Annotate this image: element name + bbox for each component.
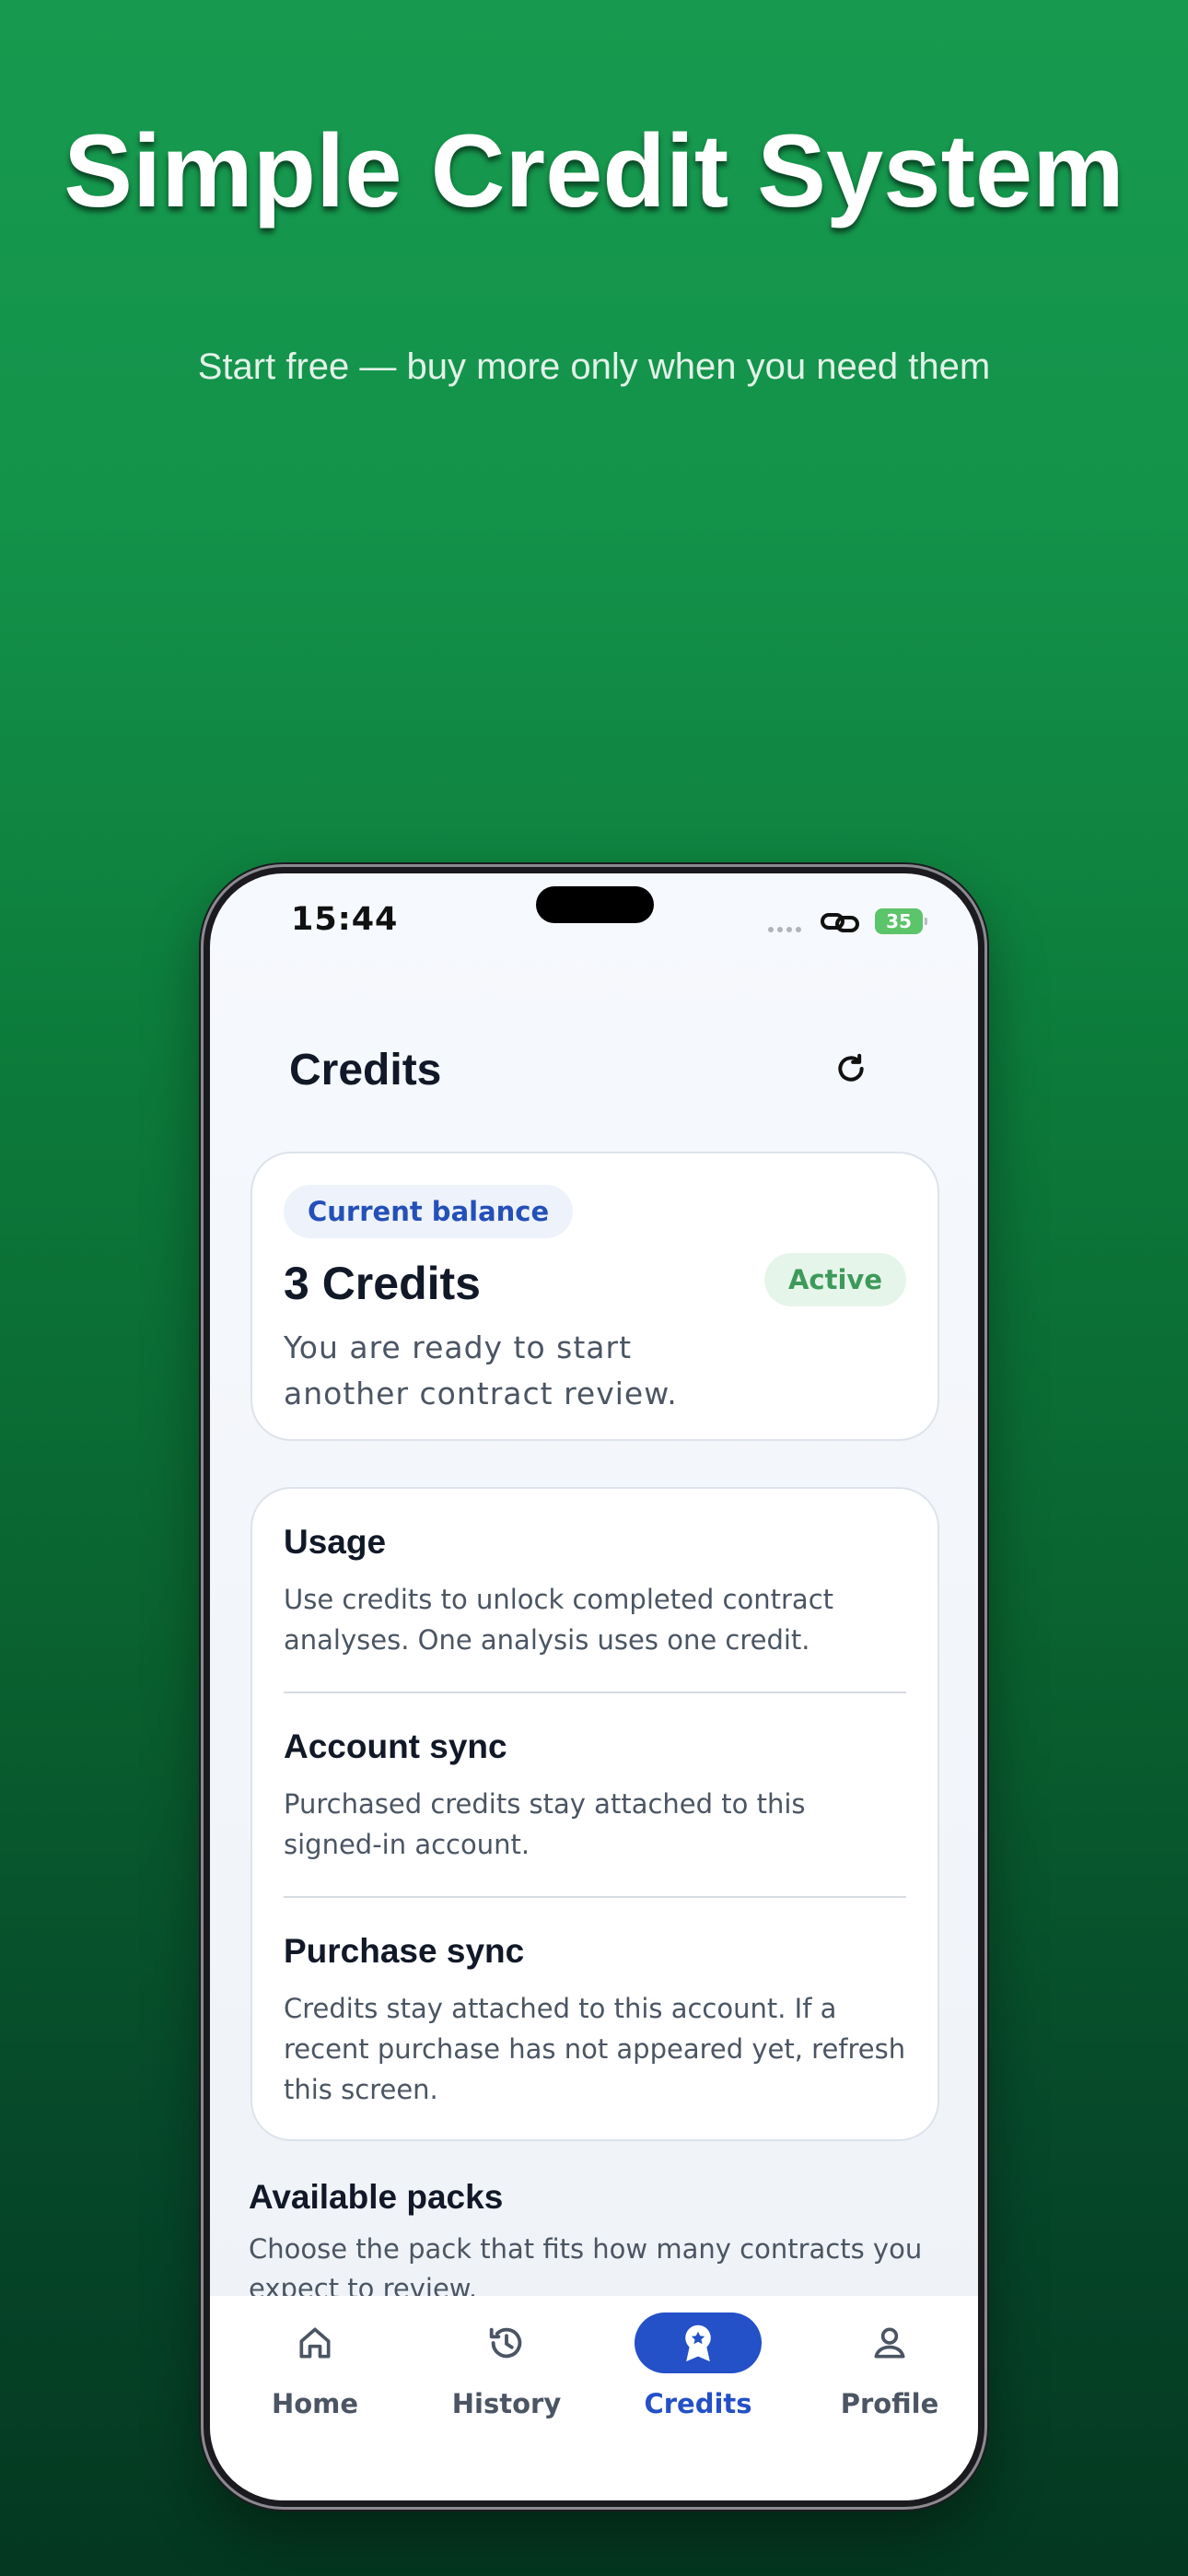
tab-label: Profile	[840, 2388, 939, 2419]
app-screen: 15:44 35 Credits Current balance 3 Credi…	[210, 873, 978, 2500]
divider	[284, 1896, 906, 1898]
hero-title: Simple Credit System	[64, 113, 1124, 228]
phone-frame: 15:44 35 Credits Current balance 3 Credi…	[199, 862, 989, 2512]
tab-credits[interactable]: Credits	[606, 2296, 790, 2434]
tab-label: History	[451, 2388, 562, 2419]
battery-icon: 35	[875, 908, 927, 934]
purchase-sync-section: Purchase sync Credits stay attached to t…	[284, 1931, 906, 2110]
hero-subtitle: Start free — buy more only when you need…	[197, 346, 991, 387]
refresh-button[interactable]	[825, 1043, 877, 1095]
account-sync-section: Account sync Purchased credits stay atta…	[284, 1727, 906, 1865]
account-sync-body: Purchased credits stay attached to this …	[284, 1788, 806, 1860]
info-card: Usage Use credits to unlock completed co…	[250, 1487, 939, 2141]
status-time: 15:44	[291, 901, 399, 938]
usage-heading: Usage	[284, 1523, 387, 1561]
purchase-sync-body: Credits stay attached to this account. I…	[284, 1993, 906, 2105]
tab-home[interactable]: Home	[223, 2296, 407, 2434]
award-icon	[685, 2324, 711, 2362]
packs-title: Available packs	[249, 2178, 504, 2216]
home-icon	[299, 2327, 331, 2359]
balance-card: Current balance 3 Credits Active You are…	[250, 1152, 939, 1441]
current-balance-badge: Current balance	[284, 1185, 574, 1238]
link-icon	[820, 910, 860, 939]
tab-history[interactable]: History	[414, 2296, 599, 2434]
balance-description: You are ready to start another contract …	[284, 1329, 678, 1411]
tab-profile[interactable]: Profile	[798, 2296, 978, 2434]
tab-label: Home	[271, 2388, 359, 2419]
purchase-sync-heading: Purchase sync	[284, 1932, 525, 1970]
divider	[284, 1692, 906, 1693]
history-icon	[489, 2327, 522, 2359]
account-sync-heading: Account sync	[284, 1727, 507, 1765]
refresh-icon	[838, 1053, 864, 1082]
page-title: Credits	[289, 1046, 442, 1095]
tab-bar: Home History Credits Profile	[210, 2296, 978, 2500]
usage-section: Usage Use credits to unlock completed co…	[284, 1522, 906, 1660]
dynamic-island	[536, 886, 654, 923]
signal-icon	[768, 927, 801, 932]
profile-icon	[874, 2327, 905, 2359]
tab-label: Credits	[644, 2388, 752, 2419]
status-badge: Active	[763, 1253, 906, 1306]
usage-body: Use credits to unlock completed contract…	[284, 1584, 834, 1656]
balance-value: 3 Credits	[284, 1258, 481, 1309]
